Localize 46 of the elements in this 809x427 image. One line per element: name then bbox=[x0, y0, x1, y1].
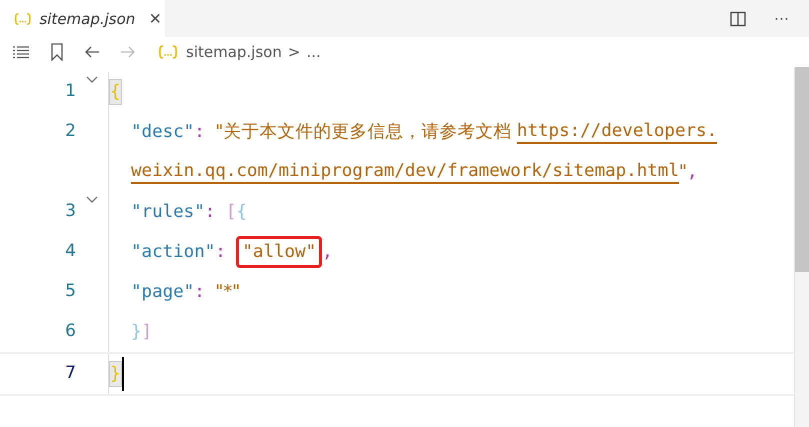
line-number: 4 bbox=[64, 240, 76, 263]
bracket: ] bbox=[142, 321, 152, 344]
punctuation: , bbox=[686, 161, 698, 184]
editor-tab[interactable]: sitemap.json × bbox=[0, 0, 165, 37]
back-arrow-icon[interactable] bbox=[84, 45, 100, 59]
url-link[interactable]: weixin.qq.com/miniprogram/dev/framework/sitemap.html bbox=[131, 160, 679, 184]
bracket: [ bbox=[226, 201, 236, 224]
url-link[interactable]: https://developers. bbox=[516, 120, 718, 144]
tab-title: sitemap.json bbox=[39, 10, 136, 28]
json-key: "page" bbox=[131, 280, 194, 304]
outline-list-icon[interactable] bbox=[12, 45, 30, 59]
line-number: 2 bbox=[64, 120, 76, 143]
line-number: 3 bbox=[64, 200, 76, 223]
close-button[interactable]: × bbox=[145, 8, 165, 28]
json-key: "desc" bbox=[131, 120, 194, 144]
string-value: "关于本文件的更多信息，请参考文档 bbox=[215, 121, 512, 144]
breadcrumb-item[interactable]: sitemap.json bbox=[186, 43, 282, 61]
punctuation: : bbox=[204, 201, 216, 224]
bracket: { bbox=[236, 201, 247, 224]
bracket: } bbox=[109, 361, 122, 387]
bracket: } bbox=[131, 321, 142, 344]
fold-chevron-icon[interactable] bbox=[86, 76, 98, 84]
highlighted-string: "allow" bbox=[236, 236, 322, 268]
scrollbar[interactable] bbox=[794, 67, 809, 427]
punctuation: : bbox=[194, 281, 206, 304]
bracket: { bbox=[109, 79, 122, 105]
string-value: "*" bbox=[215, 281, 240, 304]
json-key: "action" bbox=[131, 240, 216, 264]
scrollbar-thumb[interactable] bbox=[795, 67, 809, 272]
punctuation: : bbox=[215, 241, 227, 264]
json-key: "rules" bbox=[131, 200, 205, 224]
fold-chevron-icon[interactable] bbox=[86, 196, 98, 204]
split-editor-icon[interactable] bbox=[730, 10, 746, 26]
breadcrumb-ellipsis[interactable]: ... bbox=[306, 43, 321, 61]
line-number: 7 bbox=[64, 362, 76, 385]
more-actions-button[interactable]: ··· bbox=[772, 10, 791, 27]
string-value: " bbox=[678, 161, 687, 184]
breadcrumb-separator: > bbox=[288, 43, 300, 61]
json-icon bbox=[158, 45, 178, 59]
punctuation: , bbox=[322, 241, 333, 264]
json-icon bbox=[14, 12, 32, 26]
line-number: 5 bbox=[64, 280, 76, 303]
punctuation: : bbox=[194, 121, 206, 144]
line-number: 6 bbox=[64, 320, 76, 343]
line-number: 1 bbox=[64, 80, 76, 103]
bookmark-icon[interactable] bbox=[50, 43, 64, 61]
